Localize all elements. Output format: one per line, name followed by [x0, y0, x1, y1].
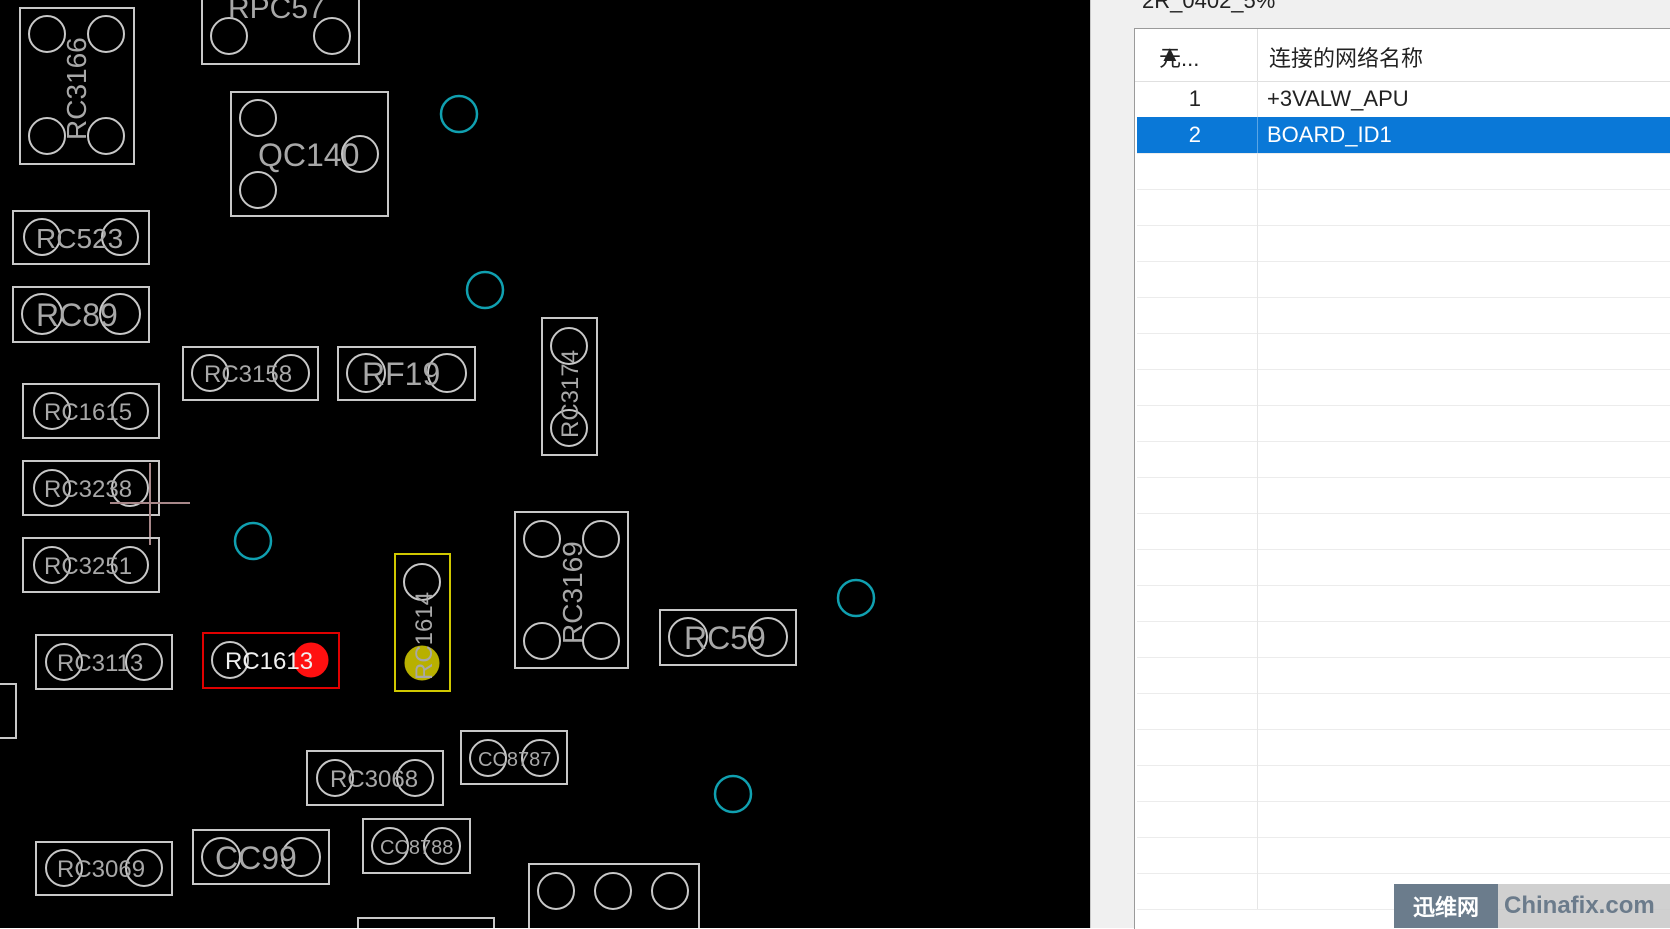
component-rc1613-selected[interactable]: RC1613 — [202, 632, 340, 689]
table-row-empty — [1137, 369, 1670, 406]
component-rc3166[interactable]: RC3166 — [19, 7, 135, 165]
component-label: RC1615 — [44, 399, 132, 426]
component-label: RC59 — [684, 620, 766, 656]
component-rc3158[interactable]: RC3158 — [182, 346, 319, 401]
net-info-panel: 2R_0402_5% 元... ▲ 连接的网络名称 1 +3VALW_APU 2… — [1112, 0, 1670, 929]
table-row-empty — [1137, 261, 1670, 298]
component-label: RC3166 — [61, 37, 92, 140]
table-row-selected[interactable]: 2 BOARD_ID1 — [1137, 117, 1670, 154]
component-label: QC140 — [258, 137, 359, 173]
component-rc1615[interactable]: RC1615 — [22, 383, 160, 439]
component-label: RC3251 — [44, 553, 132, 580]
component-rc3069[interactable]: RC3069 — [35, 841, 173, 896]
component-partial-left[interactable] — [0, 683, 17, 739]
column-header-net[interactable]: 连接的网络名称 — [1269, 41, 1423, 73]
table-row-empty — [1137, 477, 1670, 514]
table-row-empty — [1137, 333, 1670, 370]
table-row-empty — [1137, 153, 1670, 190]
pcb-canvas[interactable]: RC3166 RPC57 QC140 RC523 RC89 RC3158 RF1… — [0, 0, 1090, 928]
table-row-empty — [1137, 441, 1670, 478]
pcb-layout: RC3166 RPC57 QC140 RC523 RC89 RC3158 RF1… — [0, 0, 876, 928]
component-label: RC3238 — [44, 476, 132, 503]
table-row-empty — [1137, 189, 1670, 226]
component-label: RC3169 — [557, 541, 588, 644]
component-cc8787[interactable]: CC8787 — [460, 730, 568, 785]
table-row-empty — [1137, 657, 1670, 694]
component-rf19[interactable]: RF19 — [337, 346, 476, 401]
table-row-empty — [1137, 225, 1670, 262]
component-label: RC3174 — [557, 350, 584, 438]
table-row-empty — [1137, 837, 1670, 874]
watermark-logo: 迅维网 — [1394, 884, 1498, 928]
component-label: RC1613 — [225, 648, 313, 675]
component-label: RC3158 — [204, 361, 292, 388]
net-name: BOARD_ID1 — [1267, 122, 1392, 147]
component-label: RC523 — [36, 223, 123, 254]
column-header-pin[interactable]: 元... ▲ — [1135, 29, 1258, 81]
sort-ascending-icon: ▲ — [1159, 41, 1181, 66]
table-row-empty — [1137, 297, 1670, 334]
table-row-empty — [1137, 693, 1670, 730]
component-label: RC3068 — [330, 766, 418, 793]
component-rc3174[interactable]: RC3174 — [541, 317, 598, 456]
table-row-empty — [1137, 765, 1670, 802]
component-rc3238[interactable]: RC3238 — [22, 460, 160, 516]
table-row-empty — [1137, 621, 1670, 658]
component-rc3068[interactable]: RC3068 — [306, 750, 444, 806]
panel-splitter[interactable] — [1090, 0, 1113, 928]
component-value-text: 2R_0402_5% — [1142, 0, 1276, 13]
component-rc3113[interactable]: RC3113 — [35, 634, 173, 690]
component-label: CC8788 — [380, 837, 453, 859]
component-label: RC3069 — [57, 856, 145, 883]
component-cc8788[interactable]: CC8788 — [362, 818, 471, 874]
component-rc89[interactable]: RC89 — [12, 286, 150, 343]
component-rc3251[interactable]: RC3251 — [22, 537, 160, 593]
component-qc140[interactable]: QC140 — [230, 91, 389, 217]
table-row-empty — [1137, 549, 1670, 586]
component-label: RPC57 — [228, 0, 325, 25]
pin-number: 1 — [1188, 86, 1201, 111]
component-rc523[interactable]: RC523 — [12, 210, 150, 265]
component-label: RC89 — [36, 297, 118, 333]
pin-net-table[interactable]: 元... ▲ 连接的网络名称 1 +3VALW_APU 2 BOARD_ID1 — [1134, 28, 1670, 929]
table-row-empty — [1137, 405, 1670, 442]
table-header: 元... ▲ 连接的网络名称 — [1135, 29, 1670, 82]
component-label: CC99 — [215, 840, 297, 876]
pin-number: 2 — [1188, 122, 1201, 147]
table-row[interactable]: 1 +3VALW_APU — [1137, 81, 1670, 118]
component-label: CC8787 — [478, 749, 551, 771]
component-rc59[interactable]: RC59 — [659, 609, 797, 666]
table-row-empty — [1137, 585, 1670, 622]
component-label: RC3113 — [57, 650, 143, 677]
component-cc99[interactable]: CC99 — [192, 829, 330, 885]
watermark-site-text: Chinafix.com — [1504, 892, 1655, 919]
table-row-empty — [1137, 513, 1670, 550]
component-label: RF19 — [362, 356, 440, 392]
table-row-empty — [1137, 801, 1670, 838]
watermark: 迅维网 Chinafix.com — [1394, 884, 1670, 928]
component-rpc57[interactable]: RPC57 — [201, 0, 360, 65]
table-row-empty — [1137, 729, 1670, 766]
component-label: RC1614 — [411, 592, 438, 680]
component-rc1614-highlighted[interactable]: RC1614 — [394, 553, 451, 692]
net-name: +3VALW_APU — [1267, 86, 1409, 111]
component-rc3169[interactable]: RC3169 — [514, 511, 629, 669]
